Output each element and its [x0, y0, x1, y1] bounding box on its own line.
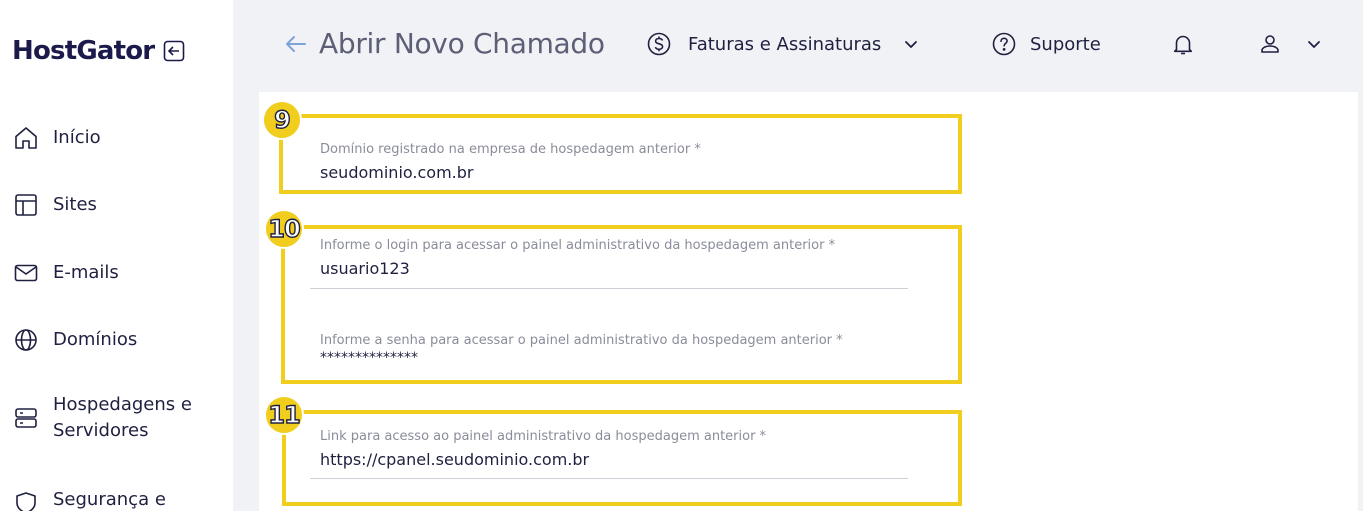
mail-icon: [12, 259, 40, 287]
sidebar: HostGator Início Sites E-mails Domínios …: [0, 0, 233, 511]
notifications-button[interactable]: [1169, 30, 1197, 58]
previous-password-field[interactable]: Informe a senha para acessar o painel ad…: [320, 333, 843, 366]
chevron-down-icon: [897, 30, 925, 58]
bell-icon: [1169, 30, 1197, 58]
home-icon: [12, 124, 40, 152]
previous-password-input[interactable]: **************: [320, 350, 843, 366]
previous-login-field[interactable]: Informe o login para acessar o painel ad…: [310, 238, 908, 289]
sidebar-item-label: Segurança e: [53, 489, 166, 510]
sidebar-item-hospedagens[interactable]: Hospedagens e Servidores: [12, 392, 192, 444]
previous-panel-link-label: Link para acesso ao painel administrativ…: [320, 429, 767, 444]
previous-login-input[interactable]: usuario123: [320, 259, 835, 278]
server-icon: [12, 404, 40, 432]
shield-icon: [12, 489, 40, 511]
input-underline: [310, 288, 908, 289]
billing-menu-button[interactable]: Faturas e Assinaturas: [645, 30, 925, 58]
step-badge-9: 9: [262, 100, 302, 140]
chevron-down-icon: [1300, 30, 1328, 58]
support-label: Suporte: [1030, 33, 1101, 55]
top-header: Abrir Novo Chamado Faturas e Assinaturas…: [233, 0, 1363, 92]
sidebar-item-label: Sites: [53, 194, 97, 215]
arrow-left-icon: [286, 36, 306, 52]
sidebar-item-seguranca[interactable]: Segurança e: [12, 483, 166, 511]
sidebar-item-label-line2: Servidores: [53, 420, 149, 441]
sidebar-item-dominios[interactable]: Domínios: [12, 326, 137, 354]
step-9-highlight: Domínio registrado na empresa de hospeda…: [279, 114, 962, 194]
support-button[interactable]: Suporte: [990, 30, 1101, 58]
layout-icon: [12, 191, 40, 219]
page-title: Abrir Novo Chamado: [319, 27, 605, 60]
sidebar-item-label: E-mails: [53, 262, 119, 283]
input-underline: [310, 478, 908, 479]
collapse-arrow-icon: [164, 40, 185, 62]
sidebar-item-label: Hospedagens e Servidores: [53, 392, 192, 444]
previous-domain-label: Domínio registrado na empresa de hospeda…: [320, 142, 701, 157]
step-badge-10: 10: [264, 209, 304, 249]
globe-icon: [12, 326, 40, 354]
hostgator-logo[interactable]: HostGator: [12, 36, 155, 66]
previous-login-label: Informe o login para acessar o painel ad…: [320, 238, 836, 253]
logo-row: HostGator: [12, 32, 186, 70]
collapse-sidebar-button[interactable]: [162, 39, 186, 63]
sidebar-item-emails[interactable]: E-mails: [12, 259, 119, 287]
sidebar-item-inicio[interactable]: Início: [12, 124, 101, 152]
user-menu-button[interactable]: [1256, 30, 1328, 58]
help-circle-icon: [990, 30, 1018, 58]
sidebar-item-label: Início: [53, 127, 101, 148]
sidebar-item-label-line1: Hospedagens e: [53, 394, 192, 415]
previous-password-label: Informe a senha para acessar o painel ad…: [320, 333, 843, 348]
step-10-highlight: Informe o login para acessar o painel ad…: [281, 225, 962, 384]
previous-domain-input[interactable]: seudominio.com.br: [320, 163, 701, 182]
previous-panel-link-field[interactable]: Link para acesso ao painel administrativ…: [310, 429, 908, 479]
sidebar-item-label: Domínios: [53, 329, 138, 350]
user-icon: [1256, 30, 1284, 58]
billing-menu-label: Faturas e Assinaturas: [688, 33, 882, 55]
previous-panel-link-input[interactable]: https://cpanel.seudominio.com.br: [320, 450, 766, 469]
previous-domain-field[interactable]: Domínio registrado na empresa de hospeda…: [320, 142, 701, 182]
sidebar-item-sites[interactable]: Sites: [12, 191, 97, 219]
step-badge-11: 11: [264, 395, 304, 435]
back-button[interactable]: [283, 31, 309, 57]
step-11-highlight: Link para acesso ao painel administrativ…: [282, 410, 962, 506]
dollar-circle-icon: [645, 30, 673, 58]
